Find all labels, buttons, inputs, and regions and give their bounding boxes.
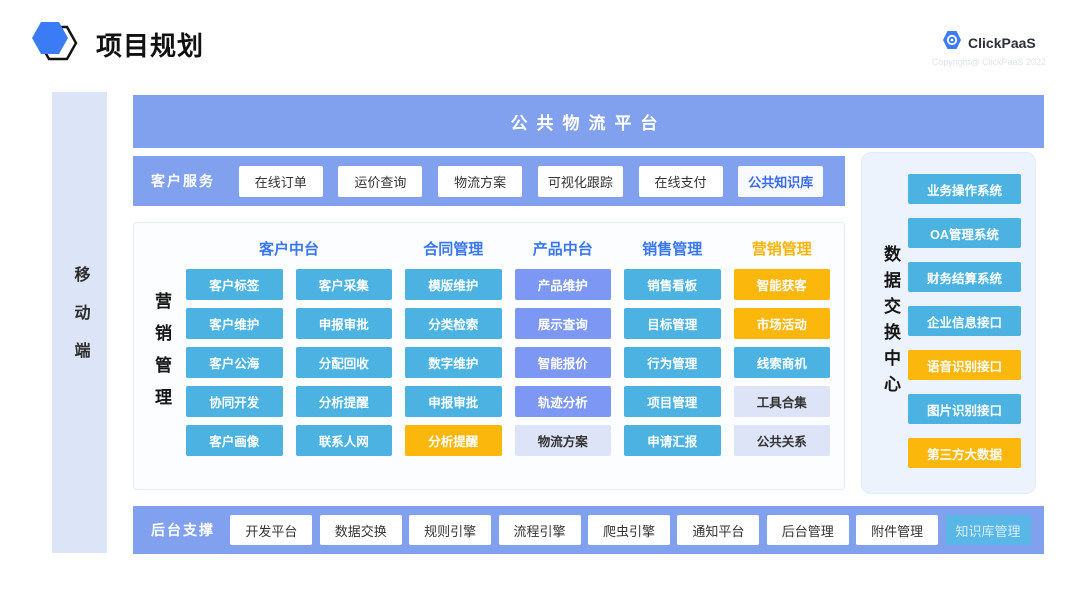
- matrix-cell[interactable]: 物流方案: [515, 425, 612, 456]
- cs-button-visual-tracking[interactable]: 可视化跟踪: [538, 166, 623, 197]
- dc-button-voice-recognition-api[interactable]: 语音识别接口: [908, 350, 1021, 380]
- data-exchange-center-panel: 数据交换中心 业务操作系统 OA管理系统 财务结算系统 企业信息接口 语音识别接…: [861, 152, 1036, 494]
- matrix-cell[interactable]: 目标管理: [624, 308, 721, 339]
- page-header: 项目规划: [30, 20, 204, 69]
- matrix-cell[interactable]: 分配回收: [296, 347, 393, 378]
- backend-support-band: 后台支撑 开发平台 数据交换 规则引擎 流程引擎 爬虫引擎 通知平台 后台管理 …: [133, 506, 1044, 554]
- backend-support-items: 开发平台 数据交换 规则引擎 流程引擎 爬虫引擎 通知平台 后台管理 附件管理 …: [223, 515, 1038, 545]
- matrix-cell[interactable]: 客户采集: [296, 269, 393, 300]
- dc-button-oa-management-system[interactable]: OA管理系统: [908, 218, 1021, 248]
- column-header-sales-management: 销售管理: [624, 235, 721, 261]
- cs-button-online-payment[interactable]: 在线支付: [639, 166, 723, 197]
- matrix-cell[interactable]: 申请汇报: [624, 425, 721, 456]
- top-banner-label: 公共物流平台: [511, 109, 667, 134]
- matrix-cell[interactable]: 客户维护: [186, 308, 283, 339]
- dc-button-financial-settlement-system[interactable]: 财务结算系统: [908, 262, 1021, 292]
- matrix-cell[interactable]: 客户标签: [186, 269, 283, 300]
- column-header-marketing-management: 营销管理: [734, 235, 831, 261]
- bs-button-knowledge-base-management[interactable]: 知识库管理: [946, 515, 1031, 545]
- bs-button-attachment-management[interactable]: 附件管理: [856, 515, 938, 545]
- bs-button-notification-platform[interactable]: 通知平台: [677, 515, 759, 545]
- dc-button-enterprise-info-api[interactable]: 企业信息接口: [908, 306, 1021, 336]
- brand-name: ClickPaaS: [968, 35, 1036, 51]
- copyright-text: Copyright@ ClickPaaS 2022: [932, 57, 1046, 67]
- cs-button-logistics-plan[interactable]: 物流方案: [438, 166, 522, 197]
- column-header-product-center: 产品中台: [515, 235, 612, 261]
- customer-service-label: 客户服务: [151, 171, 215, 191]
- brand-block: ClickPaaS Copyright@ ClickPaaS 2022: [932, 30, 1046, 67]
- hexagon-logo-icon: [30, 20, 80, 69]
- marketing-management-side-label: 营销管理: [149, 292, 174, 420]
- mobile-side-bar: 移动端: [52, 92, 107, 553]
- bs-button-data-exchange[interactable]: 数据交换: [320, 515, 402, 545]
- customer-service-items: 在线订单 运价查询 物流方案 可视化跟踪 在线支付 公共知识库: [223, 166, 839, 197]
- matrix-cell[interactable]: 模版维护: [405, 269, 502, 300]
- matrix-cell[interactable]: 轨迹分析: [515, 386, 612, 417]
- matrix-cell[interactable]: 客户画像: [186, 425, 283, 456]
- data-exchange-center-label: 数据交换中心: [878, 245, 903, 401]
- matrix-cell[interactable]: 项目管理: [624, 386, 721, 417]
- cs-button-online-order[interactable]: 在线订单: [239, 166, 323, 197]
- matrix-cell[interactable]: 工具合集: [734, 386, 831, 417]
- bs-button-dev-platform[interactable]: 开发平台: [230, 515, 312, 545]
- backend-support-label: 后台支撑: [151, 520, 215, 540]
- bs-button-crawler-engine[interactable]: 爬虫引擎: [588, 515, 670, 545]
- cs-button-public-knowledge-base[interactable]: 公共知识库: [738, 166, 823, 197]
- matrix-cell[interactable]: 分类检索: [405, 308, 502, 339]
- matrix-cell[interactable]: 行为管理: [624, 347, 721, 378]
- mobile-side-label: 移动端: [68, 266, 92, 380]
- matrix-cell[interactable]: 销售看板: [624, 269, 721, 300]
- matrix-cell[interactable]: 协同开发: [186, 386, 283, 417]
- matrix-cell[interactable]: 产品维护: [515, 269, 612, 300]
- dc-button-image-recognition-api[interactable]: 图片识别接口: [908, 394, 1021, 424]
- matrix-cell[interactable]: 申报审批: [405, 386, 502, 417]
- matrix-cell[interactable]: 客户公海: [186, 347, 283, 378]
- matrix-grid: 客户中台 合同管理 产品中台 销售管理 营销管理 客户标签 客户采集 模版维护 …: [186, 235, 830, 456]
- matrix-cell[interactable]: 线索商机: [734, 347, 831, 378]
- page-title: 项目规划: [96, 26, 204, 63]
- matrix-cell[interactable]: 分析提醒: [405, 425, 502, 456]
- matrix-cell[interactable]: 公共关系: [734, 425, 831, 456]
- cs-button-freight-query[interactable]: 运价查询: [338, 166, 422, 197]
- bs-button-backend-management[interactable]: 后台管理: [767, 515, 849, 545]
- matrix-cell[interactable]: 展示查询: [515, 308, 612, 339]
- column-header-contract-management: 合同管理: [405, 235, 502, 261]
- matrix-cell[interactable]: 智能获客: [734, 269, 831, 300]
- matrix-cell[interactable]: 分析提醒: [296, 386, 393, 417]
- matrix-cell[interactable]: 数字维护: [405, 347, 502, 378]
- bs-button-process-engine[interactable]: 流程引擎: [499, 515, 581, 545]
- top-banner-public-logistics-platform: 公共物流平台: [133, 95, 1044, 148]
- customer-service-band: 客户服务 在线订单 运价查询 物流方案 可视化跟踪 在线支付 公共知识库: [133, 156, 845, 206]
- matrix-cell[interactable]: 申报审批: [296, 308, 393, 339]
- dc-button-third-party-big-data[interactable]: 第三方大数据: [908, 438, 1021, 468]
- matrix-cell[interactable]: 联系人网: [296, 425, 393, 456]
- data-exchange-center-items: 业务操作系统 OA管理系统 财务结算系统 企业信息接口 语音识别接口 图片识别接…: [908, 174, 1021, 468]
- matrix-cell[interactable]: 智能报价: [515, 347, 612, 378]
- bs-button-rule-engine[interactable]: 规则引擎: [409, 515, 491, 545]
- clickpaas-icon: [942, 30, 962, 55]
- matrix-cell[interactable]: 市场活动: [734, 308, 831, 339]
- marketing-matrix-panel: 营销管理 客户中台 合同管理 产品中台 销售管理 营销管理 客户标签 客户采集 …: [133, 222, 845, 490]
- column-header-customer-center: 客户中台: [186, 235, 392, 261]
- dc-button-business-operation-system[interactable]: 业务操作系统: [908, 174, 1021, 204]
